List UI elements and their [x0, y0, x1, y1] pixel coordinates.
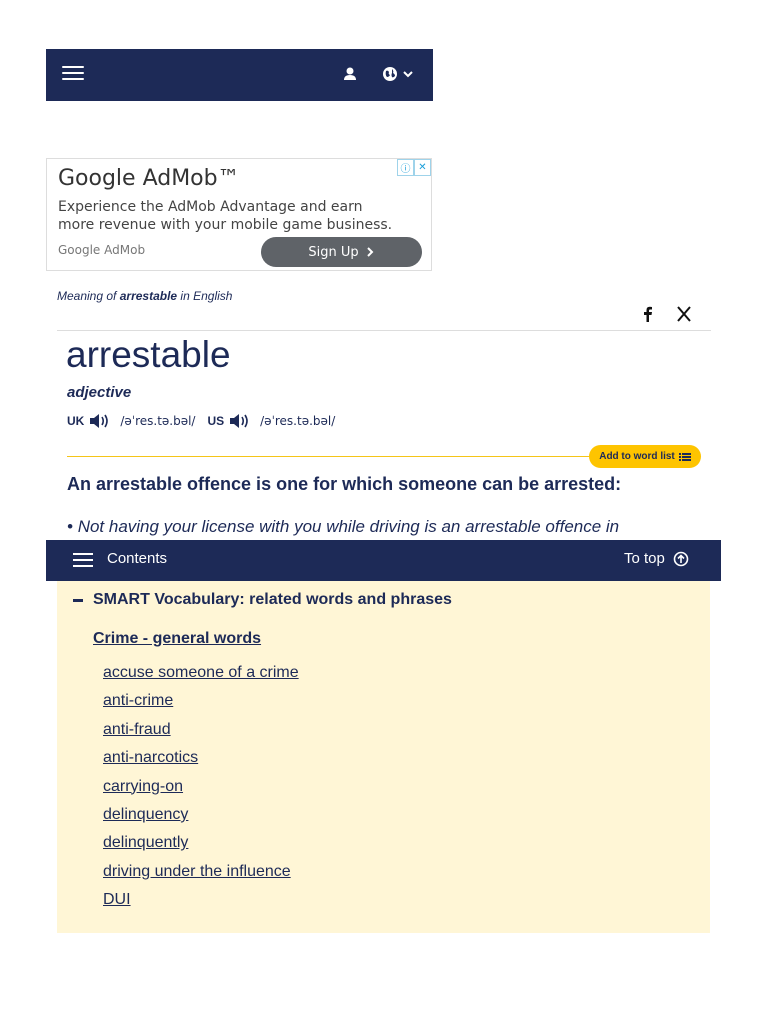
list-icon: [678, 452, 691, 461]
sense-divider: [67, 456, 589, 457]
hamburger-icon[interactable]: [62, 66, 84, 84]
to-top-button[interactable]: To top: [624, 550, 689, 567]
add-to-word-list-button[interactable]: Add to word list: [589, 445, 701, 468]
headword: arrestable: [66, 334, 231, 375]
meaning-prefix: Meaning of: [57, 289, 120, 303]
divider: [57, 330, 711, 331]
category-link[interactable]: Crime - general words: [93, 630, 261, 648]
arrow-up-circle-icon: [673, 551, 689, 566]
ad-title: Google AdMob™: [58, 166, 240, 191]
speaker-icon[interactable]: [228, 412, 250, 430]
uk-label: UK: [67, 414, 85, 428]
example-text: Not having your license with you while d…: [77, 517, 620, 536]
user-icon[interactable]: [339, 63, 361, 85]
chevron-right-icon: [366, 247, 374, 257]
chevron-down-icon: [403, 71, 413, 78]
list-item[interactable]: anti-narcotics: [103, 744, 299, 772]
list-item[interactable]: anti-crime: [103, 687, 299, 715]
advertisement[interactable]: ⓘ ✕ Google AdMob™ Experience the AdMob A…: [46, 158, 432, 271]
list-item[interactable]: accuse someone of a crime: [103, 659, 299, 687]
part-of-speech: adjective: [67, 384, 132, 401]
list-item[interactable]: DUI: [103, 886, 299, 914]
pronunciation-row: UK /əˈres.tə.bəl/ US /əˈres.tə.bəl/: [67, 412, 347, 430]
smart-vocabulary-panel: SMART Vocabulary: related words and phra…: [57, 581, 710, 933]
ad-cta-label: Sign Up: [308, 244, 359, 260]
top-nav-bar: [46, 49, 433, 101]
ad-source: Google AdMob: [58, 243, 146, 257]
smart-vocabulary-heading: SMART Vocabulary: related words and phra…: [93, 591, 452, 608]
list-item[interactable]: delinquently: [103, 829, 299, 857]
minus-icon: [73, 598, 83, 602]
contents-menu-icon[interactable]: [73, 553, 93, 569]
us-ipa: /əˈres.tə.bəl/: [260, 414, 336, 428]
to-top-label: To top: [624, 550, 665, 567]
add-to-word-list-label: Add to word list: [599, 451, 675, 462]
contents-bar: Contents To top: [46, 540, 721, 581]
list-item[interactable]: anti-fraud: [103, 716, 299, 744]
contents-link[interactable]: Contents: [107, 550, 167, 567]
us-label: US: [207, 414, 225, 428]
meaning-suffix: in English: [177, 289, 233, 303]
ad-choices[interactable]: ⓘ ✕: [397, 159, 431, 176]
smart-vocabulary-toggle[interactable]: SMART Vocabulary: related words and phra…: [73, 591, 452, 609]
list-item[interactable]: carrying-on: [103, 773, 299, 801]
related-words-list: accuse someone of a crime anti-crime ant…: [103, 659, 299, 915]
close-icon[interactable]: ✕: [414, 159, 431, 176]
uk-ipa: /əˈres.tə.bəl/: [120, 414, 196, 428]
meaning-line: Meaning of arrestable in English: [57, 289, 232, 303]
facebook-icon[interactable]: [640, 305, 656, 323]
globe-icon: [383, 67, 397, 81]
list-item[interactable]: delinquency: [103, 801, 299, 829]
ad-signup-button[interactable]: Sign Up: [261, 237, 422, 267]
language-selector[interactable]: [382, 63, 422, 85]
x-twitter-icon[interactable]: [676, 305, 692, 323]
list-item[interactable]: driving under the influence: [103, 858, 299, 886]
social-share: [640, 305, 692, 323]
speaker-icon[interactable]: [88, 412, 110, 430]
meaning-word: arrestable: [119, 289, 178, 303]
info-icon[interactable]: ⓘ: [397, 159, 414, 176]
example-sentence: • Not having your license with you while…: [67, 517, 620, 536]
ad-body: Experience the AdMob Advantage and earn …: [58, 199, 393, 233]
definition: An arrestable offence is one for which s…: [67, 474, 622, 494]
